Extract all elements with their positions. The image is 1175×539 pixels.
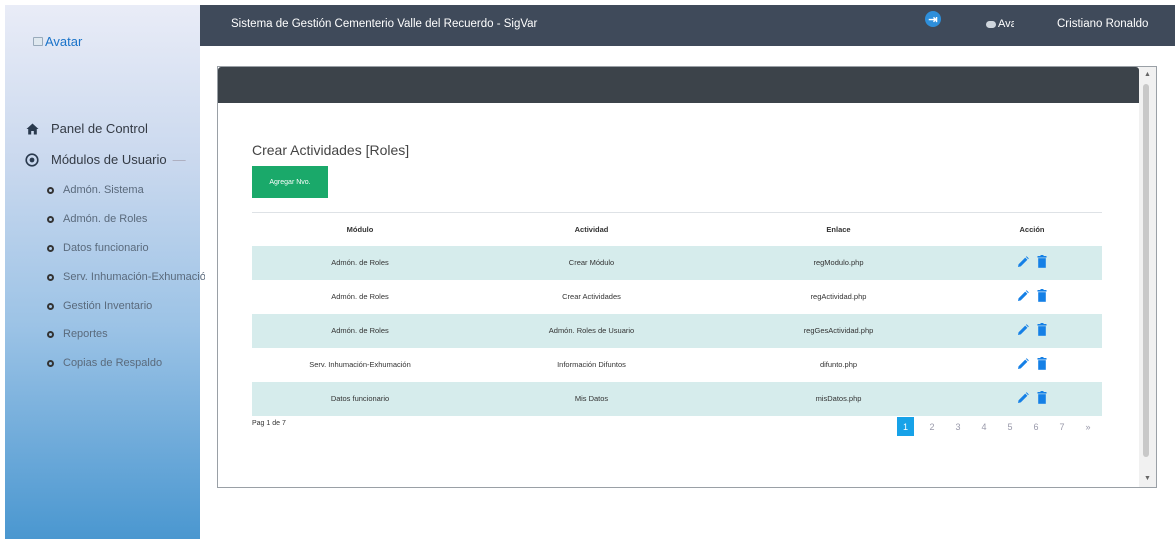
column-header: Módulo [252,212,468,246]
bullet-icon [47,215,54,223]
top-navbar: Sistema de Gestión Cementerio Valle del … [200,5,1175,46]
sidebar-subitem-label: Reportes [63,328,108,340]
page-button[interactable]: 3 [945,417,971,436]
page-button[interactable]: 7 [1049,417,1075,436]
pagination: 1 2 3 4 5 6 7» [897,417,1101,436]
table-cell: Información Difuntos [557,360,626,369]
scroll-down-icon[interactable]: ▼ [1139,473,1156,485]
table-cell: regModulo.php [715,245,962,280]
action-cell [962,280,1102,314]
page-button[interactable]: 2 [919,417,945,436]
collapse-indicator: — [172,152,186,167]
app-title: Sistema de Gestión Cementerio Valle del … [231,18,538,30]
table-row: Admón. de Roles Crear Actividades regActiv… [252,280,1102,314]
table-row: Serv. Inhumación-Exhumación Información D… [252,348,1102,382]
page-button[interactable]: 5 [997,417,1023,436]
activities-table: Módulo Actividad Enlace Acción Admón. de… [252,212,1102,416]
next-page-button[interactable]: » [1075,417,1101,436]
table-cell: Admón. de Roles [252,245,468,280]
broken-image-icon [33,37,43,46]
column-header: Acción [962,212,1102,246]
page-button[interactable]: 4 [971,417,997,436]
edit-pencil-icon[interactable] [1017,323,1029,336]
sidebar-subitem-datos-funcionario[interactable]: Datos funcionario [47,242,205,254]
add-new-button[interactable]: Agregar Nvo. [252,166,328,198]
sidebar-avatar[interactable]: Avatar [33,34,82,49]
sidebar-subitem-copias-respaldo[interactable]: Copias de Respaldo [47,357,205,369]
table-cell: difunto.php [819,360,858,369]
sidebar-subitem-serv-inhumacion[interactable]: Serv. Inhumación-Exhumación [47,271,205,283]
table-cell: regActividad.php [810,292,867,301]
sidebar-subitem-label: Serv. Inhumación-Exhumación [63,271,205,283]
sidebar-subitem-gestion-inventario[interactable]: Gestión Inventario [47,300,205,312]
table-row: Admón. de Roles Crear Módulo regModulo.php [252,245,1102,280]
sidebar-subitem-label: Admón. Sistema [63,184,144,196]
table-cell: Admón. de Roles [331,292,389,301]
edit-pencil-icon[interactable] [1017,255,1029,268]
delete-trash-icon[interactable] [1037,255,1047,269]
action-cell [962,245,1102,280]
table-cell: Admón. de Roles [252,313,468,348]
table-row: Admón. de Roles Admón. Roles de Usuario re… [252,313,1102,348]
delete-trash-icon[interactable] [1037,323,1047,337]
page-button[interactable]: 1 [897,417,914,436]
table-cell: misDatos.php [715,381,962,416]
table-row: Datos funcionario Mis Datos misDatos.php [252,381,1102,416]
sidebar-subitem-admon-roles[interactable]: Admón. de Roles [47,213,205,225]
table-cell: Mis Datos [468,381,715,416]
delete-trash-icon[interactable] [1037,289,1047,303]
table-cell: Datos funcionario [252,381,468,416]
panel-header [218,67,1139,103]
home-icon [25,123,39,135]
sidebar-item-label: Panel de Control [51,121,148,136]
bullet-icon [47,359,54,367]
action-cell [962,313,1102,348]
vertical-scrollbar[interactable]: ▲ ▼ [1139,67,1156,487]
column-header: Enlace [715,212,962,246]
table-cell: regGesActividad.php [715,313,962,348]
sidebar-subitem-label: Admón. de Roles [63,213,148,225]
scroll-up-icon[interactable]: ▲ [1139,69,1156,81]
sidebar: Avatar Panel de Control Módulos de Usuar… [5,5,205,539]
sidebar-item-label: Módulos de Usuario [51,152,167,167]
main-panel: ▲ ▼ Crear Actividades [Roles] Agregar Nv… [217,66,1157,488]
table-cell: Crear Actividades [562,292,621,301]
user-avatar[interactable]: Avatar [986,18,1014,30]
bullet-icon [47,186,54,194]
column-header: Actividad [468,212,715,246]
delete-trash-icon[interactable] [1037,357,1047,371]
bullet-icon [47,330,54,338]
bullet-icon [47,302,54,310]
broken-image-icon [986,20,996,28]
table-cell: Admón. Roles de Usuario [468,313,715,348]
bullet-icon [47,244,54,252]
scroll-thumb[interactable] [1143,84,1149,457]
sidebar-item-panel-de-control[interactable]: Panel de Control [25,121,148,136]
table-header-row: Módulo Actividad Enlace Acción [252,212,1102,246]
sidebar-subitem-reportes[interactable]: Reportes [47,328,205,340]
action-cell [962,348,1102,382]
sidebar-subitem-label: Gestión Inventario [63,300,153,312]
sidebar-subitem-label: Datos funcionario [63,242,149,254]
edit-pencil-icon[interactable] [1017,391,1029,404]
target-icon [25,152,39,167]
table-cell: Serv. Inhumación-Exhumación [309,360,411,369]
edit-pencil-icon[interactable] [1017,289,1029,302]
sidebar-subitem-admon-sistema[interactable]: Admón. Sistema [47,184,205,196]
avatar-alt-text: Avatar [45,34,83,49]
exit-icon[interactable]: ⇥ [925,11,941,27]
section-title: Crear Actividades [Roles] [252,142,410,158]
page-button[interactable]: 6 [1023,417,1049,436]
edit-pencil-icon[interactable] [1017,357,1029,370]
user-avatar-alt-text: Avatar [998,18,1014,30]
bullet-icon [47,273,54,281]
pagination-info: Pag 1 de 7 [252,420,286,427]
sidebar-subitem-label: Copias de Respaldo [63,357,163,369]
sidebar-item-modulos-de-usuario[interactable]: Módulos de Usuario — [25,152,186,167]
action-cell [962,381,1102,416]
delete-trash-icon[interactable] [1037,391,1047,405]
table-cell: Crear Módulo [468,245,715,280]
username[interactable]: Cristiano Ronaldo [1057,18,1148,30]
